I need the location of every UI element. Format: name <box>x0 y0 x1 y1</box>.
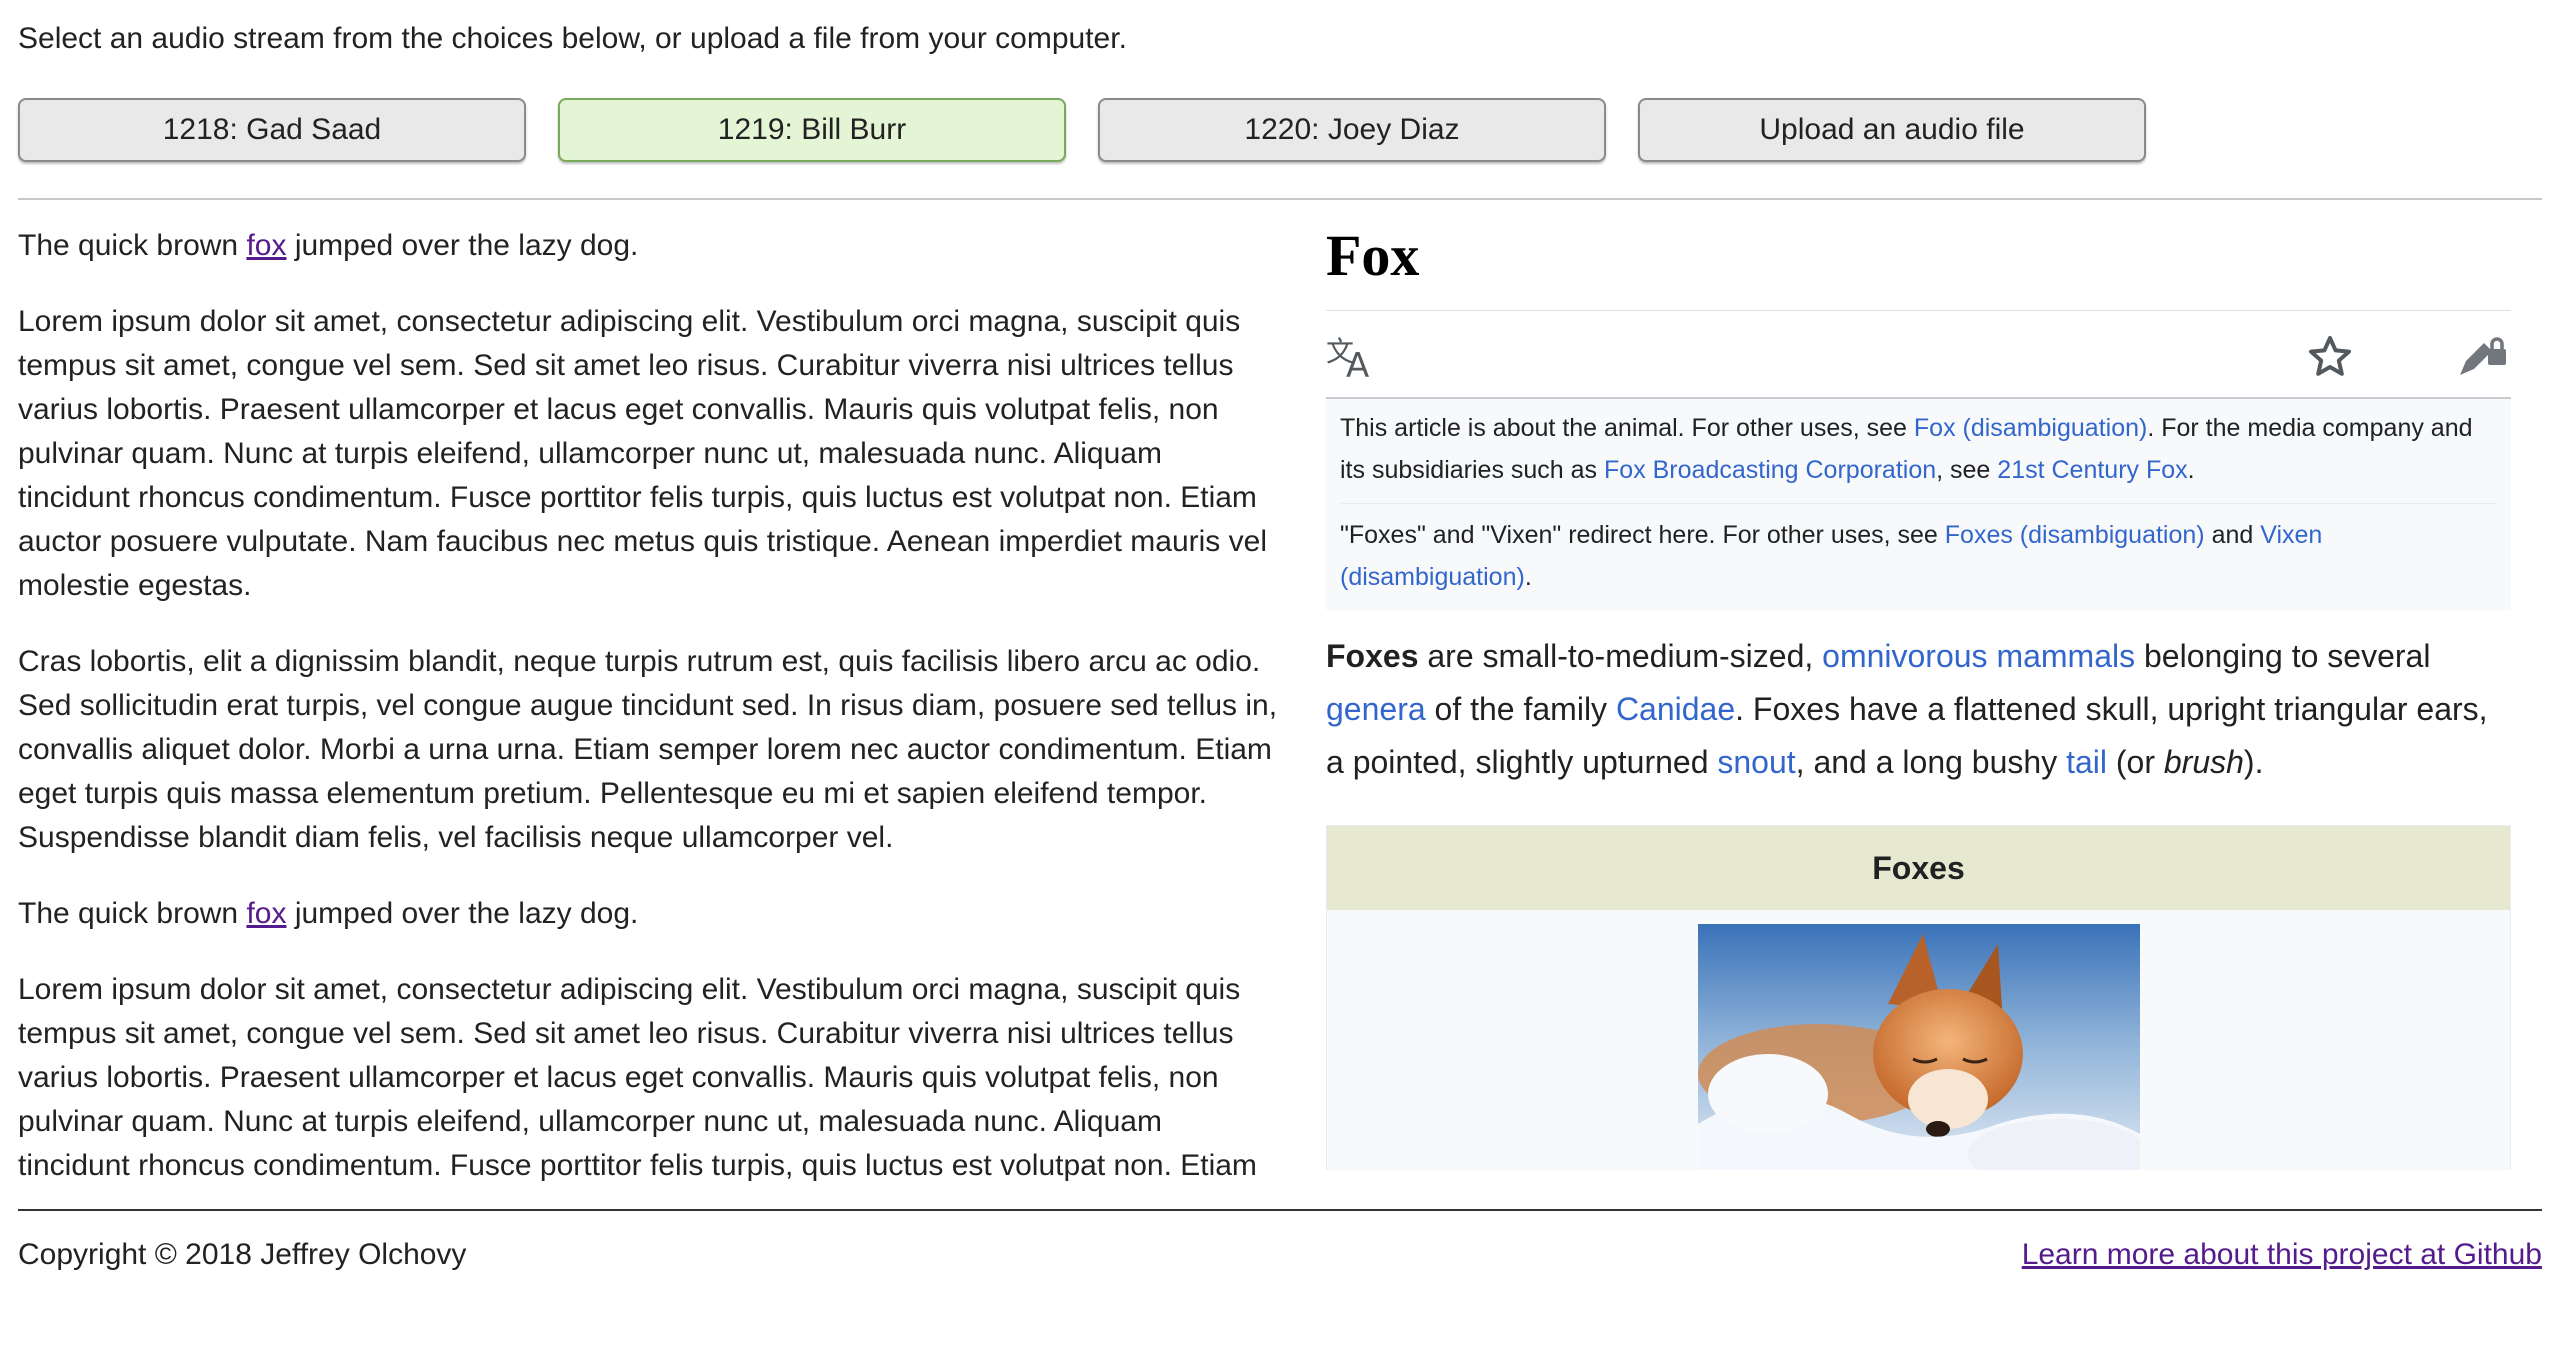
hatnote-text: and <box>2204 521 2261 549</box>
wiki-link-fox-broadcasting[interactable]: Fox Broadcasting Corporation <box>1604 456 1936 484</box>
edit-lock-icon[interactable] <box>2456 333 2508 386</box>
translate-icon[interactable]: 文 A <box>1326 333 1378 386</box>
stream-button-1220[interactable]: 1220: Joey Diaz <box>1098 98 1606 162</box>
fox-link[interactable]: fox <box>246 229 286 262</box>
intro-text: Select an audio stream from the choices … <box>18 22 1127 55</box>
wikipedia-panel[interactable]: Fox 文 A This article is about the animal… <box>1326 214 2511 1170</box>
wiki-lead-paragraph: Foxes are small-to-medium-sized, omnivor… <box>1326 630 2511 789</box>
wiki-link-foxes-disambiguation[interactable]: Foxes (disambiguation) <box>1945 521 2205 549</box>
lead-italic-term: brush <box>2163 744 2244 780</box>
transcript-paragraph: Cras lobortis, elit a dignissim blandit,… <box>18 645 1278 854</box>
transcript-paragraph: Lorem ipsum dolor sit amet, consectetur … <box>18 973 1257 1182</box>
infobox-title: Foxes <box>1327 826 2510 910</box>
github-link[interactable]: Learn more about this project at Github <box>2022 1238 2542 1272</box>
wiki-link-omnivorous-mammals[interactable]: omnivorous mammals <box>1822 638 2135 674</box>
hatnote-text: "Foxes" and "Vixen" redirect here. For o… <box>1340 521 1945 549</box>
transcript-text: jumped over the lazy dog. <box>286 229 639 262</box>
wiki-article-title: Fox <box>1326 223 1420 288</box>
fox-link[interactable]: fox <box>246 897 286 930</box>
transcript-panel[interactable]: The quick brown fox jumped over the lazy… <box>18 224 1280 1184</box>
svg-text:A: A <box>1346 346 1369 381</box>
infobox: Foxes <box>1326 825 2511 1170</box>
wiki-link-tail[interactable]: tail <box>2066 744 2107 780</box>
hatnote: This article is about the animal. For ot… <box>1340 407 2497 503</box>
star-icon[interactable] <box>2306 333 2354 386</box>
upload-audio-button[interactable]: Upload an audio file <box>1638 98 2146 162</box>
stream-button-1218[interactable]: 1218: Gad Saad <box>18 98 526 162</box>
wiki-link-fox-disambiguation[interactable]: Fox (disambiguation) <box>1914 414 2147 442</box>
transcript-text: The quick brown <box>18 229 247 262</box>
lead-text: , and a long bushy <box>1795 744 2067 780</box>
transcript-paragraph: The quick brown fox jumped over the lazy… <box>18 224 1280 268</box>
transcript-text: The quick brown <box>18 897 247 930</box>
lead-bold-term: Foxes <box>1326 638 1419 674</box>
hatnote-text: , see <box>1936 456 1998 484</box>
transcript-text: jumped over the lazy dog. <box>286 897 639 930</box>
wiki-link-21st-century-fox[interactable]: 21st Century Fox <box>1997 456 2187 484</box>
hatnote: "Foxes" and "Vixen" redirect here. For o… <box>1340 503 2497 610</box>
lead-text: of the family <box>1425 691 1616 727</box>
stream-button-group: 1218: Gad Saad 1219: Bill Burr 1220: Joe… <box>18 98 2146 162</box>
stream-button-1219[interactable]: 1219: Bill Burr <box>558 98 1066 162</box>
top-divider <box>18 198 2542 200</box>
hatnote-text: This article is about the animal. For ot… <box>1340 414 1914 442</box>
hatnotes: This article is about the animal. For ot… <box>1326 399 2511 610</box>
hatnote-text: . <box>1524 563 1532 591</box>
bottom-divider <box>18 1209 2542 1211</box>
fox-photo[interactable] <box>1697 924 2140 1170</box>
wiki-link-snout[interactable]: snout <box>1717 744 1795 780</box>
transcript-paragraph: Lorem ipsum dolor sit amet, consectetur … <box>18 305 1267 602</box>
lead-text: are small-to-medium-sized, <box>1418 638 1823 674</box>
wiki-link-genera[interactable]: genera <box>1326 691 1426 727</box>
wiki-toolbar: 文 A <box>1326 311 2511 399</box>
copyright-text: Copyright © 2018 Jeffrey Olchovy <box>18 1238 467 1271</box>
wiki-link-canidae[interactable]: Canidae <box>1616 691 1735 727</box>
lead-text: (or <box>2106 744 2164 780</box>
transcript-paragraph: The quick brown fox jumped over the lazy… <box>18 892 1280 936</box>
hatnote-text: . <box>2187 456 2195 484</box>
lead-text: belonging to several <box>2135 638 2431 674</box>
lead-text: ). <box>2243 744 2264 780</box>
